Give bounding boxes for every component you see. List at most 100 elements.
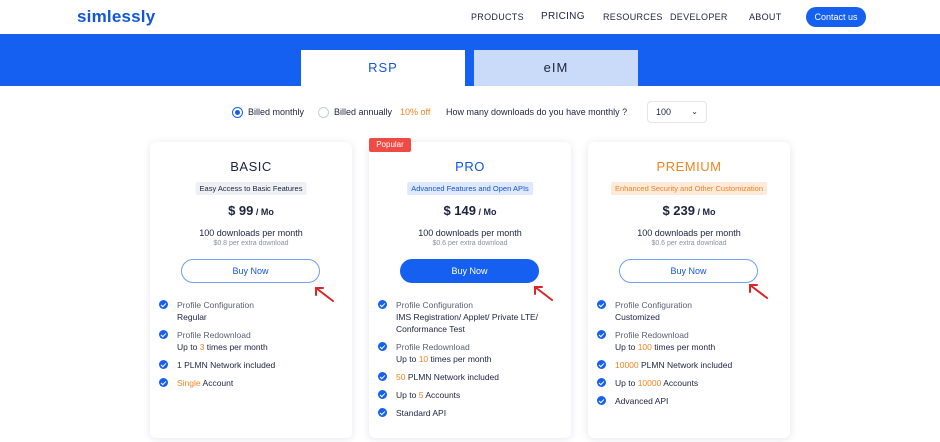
feature-list: Profile Configuration Customized Profile… xyxy=(597,299,783,413)
price-amount: $ 239 xyxy=(662,203,696,218)
billed-monthly-radio[interactable] xyxy=(232,107,243,118)
feature-item: Standard API xyxy=(378,407,564,419)
plan-extra-price: $0.6 per extra download xyxy=(651,240,727,247)
check-circle-icon xyxy=(378,390,387,399)
feature-label: Profile Configuration xyxy=(177,300,255,310)
plan-name: BASIC xyxy=(230,159,272,174)
buy-now-button-basic[interactable]: Buy Now xyxy=(181,259,320,283)
check-circle-icon xyxy=(159,378,168,387)
feature-list: Profile Configuration IMS Registration/ … xyxy=(378,299,564,425)
feature-label: Profile Configuration xyxy=(396,300,474,310)
check-circle-icon xyxy=(378,342,387,351)
feature-text: Up to xyxy=(396,390,419,400)
check-circle-icon xyxy=(378,408,387,417)
feature-item: Profile Redownload Up to 3 times per mon… xyxy=(159,329,345,353)
plan-card-pro: PRO Advanced Features and Open APIs $ 14… xyxy=(369,142,571,438)
check-circle-icon xyxy=(597,396,606,405)
nav-pricing[interactable]: PRICING xyxy=(541,11,585,22)
billed-monthly-label[interactable]: Billed monthly xyxy=(248,107,304,117)
top-navigation: simlessly PRODUCTS PRICING RESOURCES DEV… xyxy=(0,0,940,34)
check-circle-icon xyxy=(159,360,168,369)
feature-item: Up to 10000 Accounts xyxy=(597,377,783,389)
contact-us-button[interactable]: Contact us xyxy=(806,7,866,27)
tab-rsp[interactable]: RSP xyxy=(301,50,465,86)
feature-highlight: 100 xyxy=(637,342,652,352)
feature-text: PLMN Network included xyxy=(638,360,733,370)
feature-item: 50 PLMN Network included xyxy=(378,371,564,383)
nav-resources[interactable]: RESOURCES xyxy=(603,12,663,22)
nav-products[interactable]: PRODUCTS xyxy=(471,12,524,22)
downloads-question: How many downloads do you have monthly ? xyxy=(446,107,628,117)
feature-item: Up to 5 Accounts xyxy=(378,389,564,401)
feature-value: Regular xyxy=(177,312,207,322)
feature-label: Profile Redownload xyxy=(615,330,689,340)
chevron-down-icon: ⌄ xyxy=(691,107,698,116)
billed-annually-radio[interactable] xyxy=(318,107,329,118)
price-period: / Mo xyxy=(695,207,716,217)
feature-value: Up to 3 times per month xyxy=(177,341,345,353)
feature-text: Standard API xyxy=(396,408,447,418)
plan-card-basic: BASIC Easy Access to Basic Features $ 99… xyxy=(150,142,352,438)
nav-developer[interactable]: DEVELOPER xyxy=(670,12,728,22)
plan-name: PREMIUM xyxy=(656,159,722,174)
billed-annually-label[interactable]: Billed annually xyxy=(334,107,392,117)
feature-label: Profile Redownload xyxy=(177,330,251,340)
price-period: / Mo xyxy=(253,207,274,217)
plan-price: $ 239 / Mo xyxy=(588,203,790,218)
plan-card-premium: PREMIUM Enhanced Security and Other Cust… xyxy=(588,142,790,438)
feature-text: PLMN Network included xyxy=(181,360,276,370)
feature-item: Profile Configuration IMS Registration/ … xyxy=(378,299,564,335)
feature-text: Up to xyxy=(396,354,419,364)
feature-item: Profile Configuration Regular xyxy=(159,299,345,323)
buy-now-button-premium[interactable]: Buy Now xyxy=(619,259,758,283)
buy-now-button-pro[interactable]: Buy Now xyxy=(400,259,539,283)
feature-item: Advanced API xyxy=(597,395,783,407)
logo[interactable]: simlessly xyxy=(77,7,155,27)
downloads-select[interactable]: 100 ⌄ xyxy=(647,101,707,123)
plan-subtitle: Advanced Features and Open APIs xyxy=(407,182,533,195)
check-circle-icon xyxy=(159,330,168,339)
check-circle-icon xyxy=(597,360,606,369)
plan-downloads: 100 downloads per month xyxy=(418,228,522,238)
plan-subtitle: Easy Access to Basic Features xyxy=(195,182,307,195)
feature-text: Up to xyxy=(177,342,200,352)
feature-value: IMS Registration/ Applet/ Private LTE/ C… xyxy=(396,312,539,334)
feature-value: Up to 100 times per month xyxy=(615,341,783,353)
feature-text: Accounts xyxy=(661,378,699,388)
feature-highlight: Single xyxy=(177,378,201,388)
plan-extra-price: $0.8 per extra download xyxy=(213,240,289,247)
feature-text: Accounts xyxy=(423,390,461,400)
check-circle-icon xyxy=(597,300,606,309)
feature-highlight: 10000 xyxy=(637,378,662,388)
feature-item: 1 PLMN Network included xyxy=(159,359,345,371)
plan-subtitle: Enhanced Security and Other Customizatio… xyxy=(611,182,767,195)
check-circle-icon xyxy=(597,330,606,339)
feature-label: Profile Configuration xyxy=(615,300,693,310)
plan-downloads: 100 downloads per month xyxy=(637,228,741,238)
feature-text: Advanced API xyxy=(615,396,669,406)
feature-text: PLMN Network included xyxy=(405,372,500,382)
feature-text: Up to xyxy=(615,378,638,388)
downloads-select-value: 100 xyxy=(656,107,672,117)
check-circle-icon xyxy=(378,372,387,381)
plan-price: $ 149 / Mo xyxy=(369,203,571,218)
billing-options: Billed monthly Billed annually 10% off H… xyxy=(0,101,940,123)
feature-highlight: 10000 xyxy=(615,360,639,370)
feature-text: Account xyxy=(200,378,234,388)
discount-label: 10% off xyxy=(400,107,431,117)
feature-item: Profile Redownload Up to 10 times per mo… xyxy=(378,341,564,365)
nav-about[interactable]: ABOUT xyxy=(749,12,782,22)
red-annotation-arrow-icon xyxy=(749,284,768,299)
plan-name: PRO xyxy=(455,159,485,174)
price-amount: $ 149 xyxy=(443,203,477,218)
price-period: / Mo xyxy=(476,207,497,217)
price-amount: $ 99 xyxy=(228,203,254,218)
tab-eim[interactable]: eIM xyxy=(474,50,638,86)
feature-value: Up to 10 times per month xyxy=(396,353,564,365)
feature-text: times per month xyxy=(204,342,268,352)
feature-item: Profile Redownload Up to 100 times per m… xyxy=(597,329,783,353)
plan-price: $ 99 / Mo xyxy=(150,203,352,218)
feature-item: Profile Configuration Customized xyxy=(597,299,783,323)
feature-item: Single Account xyxy=(159,377,345,389)
feature-list: Profile Configuration Regular Profile Re… xyxy=(159,299,345,395)
